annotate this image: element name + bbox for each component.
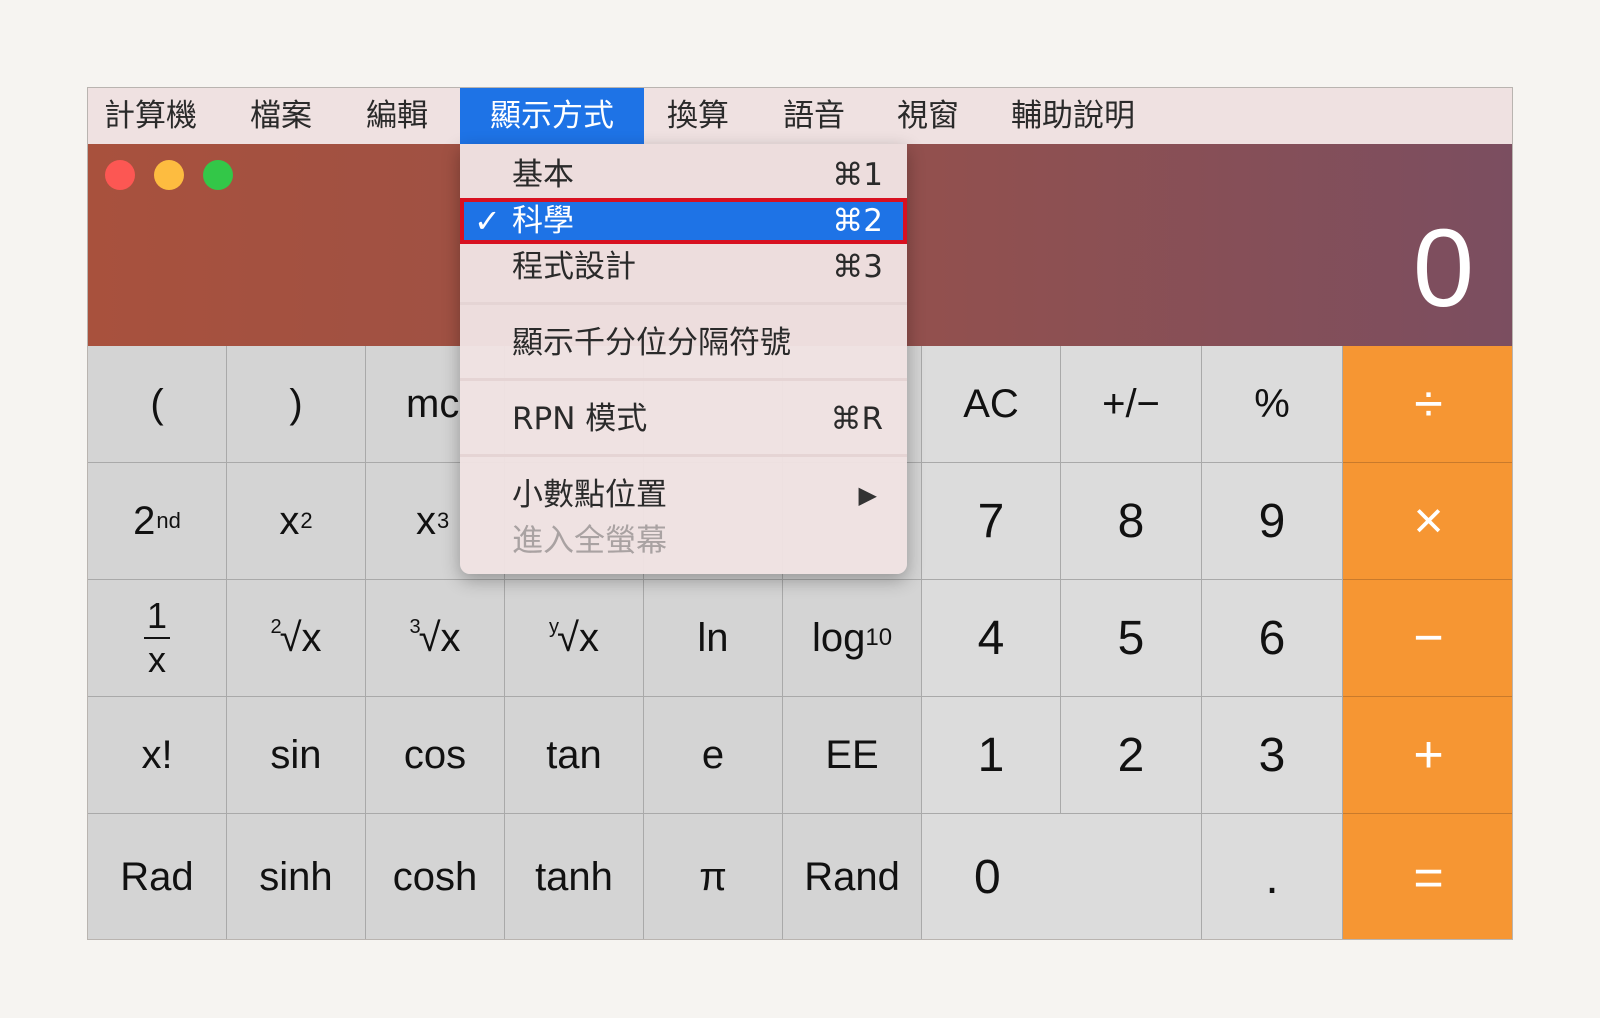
menu-option-enter-full-screen: 進入全螢幕 [460,518,907,564]
log10-label: log [811,615,866,660]
cube-root-label: 3√x [409,616,460,661]
menu-separator [460,454,907,457]
menu-help[interactable]: 輔助說明 [995,88,1151,144]
menu-option-scientific-shortcut: ⌘2 [832,203,883,239]
factorial-key[interactable]: x! [88,697,227,814]
y-root-label: y√x [549,616,599,661]
menu-option-decimal-places[interactable]: 小數點位置 ▶ [460,472,907,518]
display-value: 0 [1412,207,1474,330]
ee-key[interactable]: EE [783,697,922,814]
square-root-label: 2√x [270,616,321,661]
menu-convert[interactable]: 換算 [651,88,745,144]
plus-key[interactable]: + [1343,697,1512,814]
x-squared-key[interactable]: x2 [227,463,366,580]
seven-key[interactable]: 7 [922,463,1061,580]
five-key[interactable]: 5 [1061,580,1202,697]
e-key[interactable]: e [644,697,783,814]
menu-bar: 計算機 檔案 編輯 顯示方式 換算 語音 視窗 輔助說明 [88,88,1512,145]
menu-option-programmer[interactable]: 程式設計 ⌘3 [460,244,907,290]
six-key[interactable]: 6 [1202,580,1343,697]
menu-option-rpn-mode[interactable]: RPN 模式 ⌘R [460,396,907,442]
divide-key[interactable]: ÷ [1343,346,1512,463]
sin-key[interactable]: sin [227,697,366,814]
minus-key[interactable]: − [1343,580,1512,697]
submenu-arrow-icon: ▶ [858,481,877,509]
ln-key[interactable]: ln [644,580,783,697]
square-root-key[interactable]: 2√x [227,580,366,697]
y-root-key[interactable]: y√x [505,580,644,697]
cosh-key[interactable]: cosh [366,814,505,939]
minimize-button[interactable] [154,160,184,190]
decimal-key[interactable]: . [1202,814,1343,939]
zero-key[interactable]: 0 [922,814,1202,939]
reciprocal-denominator: x [148,639,166,680]
menu-window[interactable]: 視窗 [881,88,975,144]
eight-key[interactable]: 8 [1061,463,1202,580]
menu-option-scientific[interactable]: ✓ 科學 ⌘2 [460,198,907,244]
menu-option-rpn-mode-shortcut: ⌘R [830,401,883,437]
checkmark-icon: ✓ [474,202,501,240]
menu-edit[interactable]: 編輯 [350,88,444,144]
close-paren-key[interactable]: ) [227,346,366,463]
open-paren-key[interactable]: ( [88,346,227,463]
menu-view[interactable]: 顯示方式 [460,88,644,144]
menu-option-basic[interactable]: 基本 ⌘1 [460,152,907,198]
pi-key[interactable]: π [644,814,783,939]
cube-root-key[interactable]: 3√x [366,580,505,697]
multiply-key[interactable]: × [1343,463,1512,580]
menu-option-basic-shortcut: ⌘1 [832,157,883,193]
rand-key[interactable]: Rand [783,814,922,939]
square-root-radical: √x [279,615,322,660]
menu-file[interactable]: 檔案 [234,88,328,144]
menu-option-programmer-shortcut: ⌘3 [832,249,883,285]
menu-calculator[interactable]: 計算機 [88,88,213,144]
menu-option-thousands-separator[interactable]: 顯示千分位分隔符號 [460,320,907,366]
calculator-window: 計算機 檔案 編輯 顯示方式 換算 語音 視窗 輔助說明 0 ( ) mc AC… [87,87,1513,940]
plus-minus-key[interactable]: +/− [1061,346,1202,463]
equals-key[interactable]: = [1343,814,1512,939]
reciprocal-fraction: 1 x [144,598,170,678]
menu-option-decimal-places-label: 小數點位置 [512,477,667,513]
menu-separator [460,302,907,305]
x-cubed-base: x [416,498,436,543]
two-key[interactable]: 2 [1061,697,1202,814]
menu-option-rpn-mode-label: RPN 模式 [512,401,648,437]
three-key[interactable]: 3 [1202,697,1343,814]
menu-option-thousands-separator-label: 顯示千分位分隔符號 [512,325,791,361]
percent-key[interactable]: % [1202,346,1343,463]
one-key[interactable]: 1 [922,697,1061,814]
cube-root-radical: √x [418,615,461,660]
reciprocal-numerator: 1 [146,595,168,636]
tanh-key[interactable]: tanh [505,814,644,939]
four-key[interactable]: 4 [922,580,1061,697]
tan-key[interactable]: tan [505,697,644,814]
second-label: 2 [133,498,156,543]
y-root-radical: √x [557,615,599,660]
rad-key[interactable]: Rad [88,814,227,939]
menu-option-programmer-label: 程式設計 [512,249,636,285]
x-squared-base: x [279,498,300,543]
menu-speech[interactable]: 語音 [767,88,861,144]
log10-key[interactable]: log 10 [783,580,922,697]
second-key[interactable]: 2nd [88,463,227,580]
ac-key[interactable]: AC [922,346,1061,463]
close-button[interactable] [105,160,135,190]
sinh-key[interactable]: sinh [227,814,366,939]
nine-key[interactable]: 9 [1202,463,1343,580]
menu-option-scientific-label: 科學 [512,203,574,239]
reciprocal-key[interactable]: 1 x [88,580,227,697]
view-menu-dropdown: 基本 ⌘1 ✓ 科學 ⌘2 程式設計 ⌘3 顯示千分位分隔符號 RPN 模式 ⌘… [460,144,907,574]
cos-key[interactable]: cos [366,697,505,814]
menu-option-enter-full-screen-label: 進入全螢幕 [512,523,667,559]
menu-option-basic-label: 基本 [512,157,574,193]
zoom-button[interactable] [203,160,233,190]
menu-separator [460,378,907,381]
